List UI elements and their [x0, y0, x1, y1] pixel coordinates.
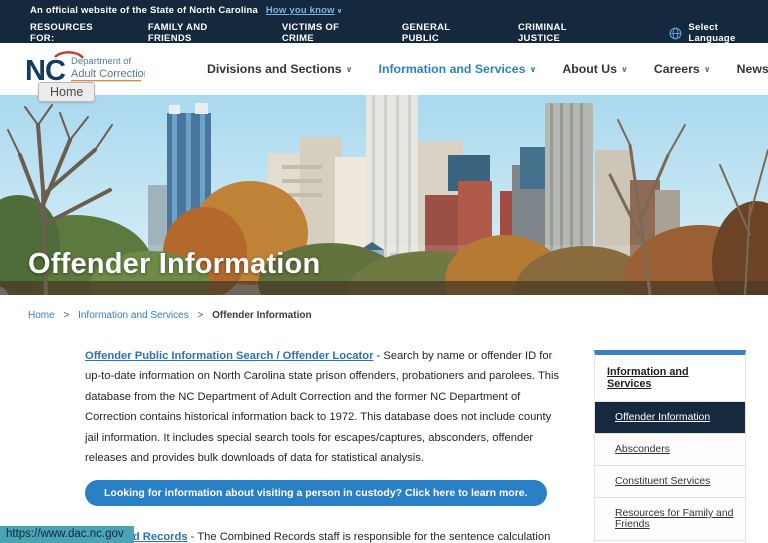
select-language-label: Select Language	[688, 22, 768, 44]
nav-information-and-services[interactable]: Information and Services∨	[379, 62, 537, 76]
main-column: Offender Public Information Search / Off…	[85, 332, 565, 543]
chevron-down-icon: ∨	[704, 64, 711, 74]
resources-nav: RESOURCES FOR: FAMILY AND FRIENDS VICTIM…	[30, 22, 768, 44]
select-language-button[interactable]: Select Language	[669, 22, 768, 44]
sidebar-header-information-and-services[interactable]: Information and Services	[595, 355, 745, 402]
resources-link-victims[interactable]: VICTIMS OF CRIME	[282, 22, 374, 44]
how-you-know-link[interactable]: How you know	[266, 5, 335, 16]
nav-news[interactable]: News∨	[737, 62, 768, 76]
nc-dac-logo[interactable]: NC Department of Adult Correction Home	[25, 47, 145, 91]
breadcrumb-separator: >	[198, 310, 204, 321]
nav-careers[interactable]: Careers∨	[654, 62, 711, 76]
offender-search-text: Search by name or offender ID for up-to-…	[85, 350, 559, 464]
chevron-down-icon: ∨	[346, 64, 353, 74]
hero-banner: Offender Information	[0, 95, 768, 295]
combined-records-paragraph: Combined Records - The Combined Records …	[85, 527, 565, 543]
breadcrumb-separator: >	[63, 310, 69, 321]
chevron-down-icon: ∨	[337, 7, 343, 15]
globe-icon	[669, 27, 682, 40]
site-header: NC Department of Adult Correction Home D…	[0, 43, 768, 95]
logo-dept-line1: Department of	[71, 56, 132, 67]
utility-bar: An official website of the State of Nort…	[0, 0, 768, 43]
nav-about-us[interactable]: About Us∨	[562, 62, 628, 76]
visitation-info-button[interactable]: Looking for information about visiting a…	[85, 480, 547, 506]
chevron-down-icon: ∨	[621, 64, 628, 74]
sidebar-item-offender-information[interactable]: Offender Information	[595, 402, 745, 434]
offender-search-link[interactable]: Offender Public Information Search / Off…	[85, 350, 373, 362]
page-title: Offender Information	[28, 248, 320, 281]
offender-search-paragraph: Offender Public Information Search / Off…	[85, 346, 565, 468]
official-text: An official website of the State of Nort…	[30, 5, 258, 16]
sidebar-item-resources-for-family-and-friends[interactable]: Resources for Family and Friends	[595, 498, 745, 541]
resources-link-family[interactable]: FAMILY AND FRIENDS	[148, 22, 254, 44]
breadcrumb: Home > Information and Services > Offend…	[0, 295, 768, 332]
resources-link-justice[interactable]: CRIMINAL JUSTICE	[518, 22, 611, 44]
content-area: Offender Public Information Search / Off…	[0, 332, 768, 543]
logo-dept-line2: Adult Correction	[71, 68, 145, 80]
breadcrumb-information-and-services[interactable]: Information and Services	[78, 310, 189, 321]
link-status-bar: https://www.dac.nc.gov	[0, 526, 134, 543]
breadcrumb-current: Offender Information	[212, 310, 311, 321]
resources-label: RESOURCES FOR:	[30, 22, 120, 44]
resources-link-public[interactable]: GENERAL PUBLIC	[402, 22, 490, 44]
sidebar-item-absconders[interactable]: Absconders	[595, 434, 745, 466]
nav-divisions-and-sections[interactable]: Divisions and Sections∨	[207, 62, 353, 76]
section-sidebar: Information and Services Offender Inform…	[594, 350, 746, 543]
sidebar-item-constituent-services[interactable]: Constituent Services	[595, 466, 745, 498]
home-tooltip: Home	[38, 82, 95, 102]
breadcrumb-home[interactable]: Home	[28, 310, 55, 321]
official-banner: An official website of the State of Nort…	[30, 5, 768, 16]
chevron-down-icon: ∨	[529, 64, 536, 74]
primary-nav: Divisions and Sections∨ Information and …	[207, 55, 768, 83]
